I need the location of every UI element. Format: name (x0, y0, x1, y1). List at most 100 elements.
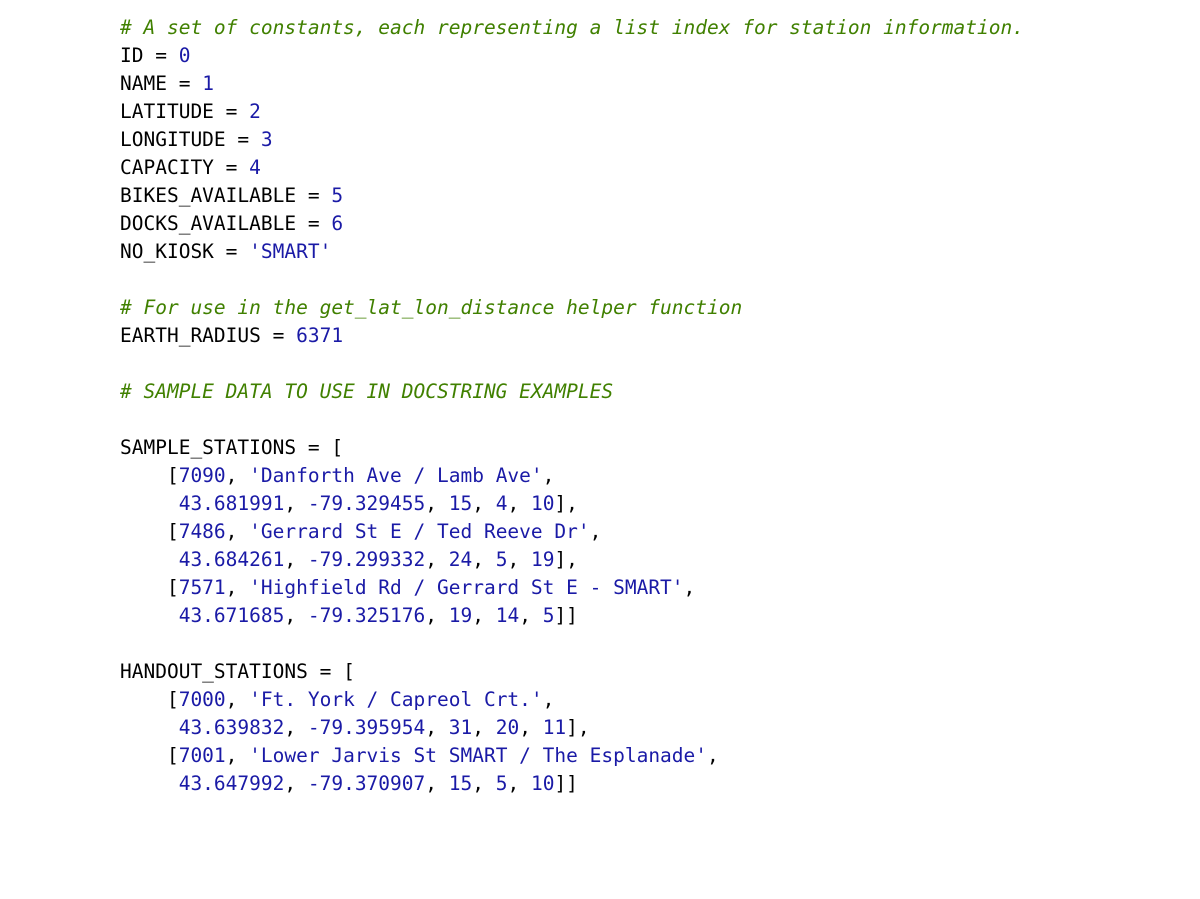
code-token: 'Ft. York / Capreol Crt.' (249, 688, 543, 711)
code-token: 'Danforth Ave / Lamb Ave' (249, 464, 543, 487)
code-token: , (519, 604, 542, 627)
code-token: LATITUDE (120, 100, 226, 123)
code-token: BIKES_AVAILABLE (120, 184, 308, 207)
code-token: = (308, 184, 331, 207)
code-line: [7571, 'Highfield Rd / Gerrard St E - SM… (120, 576, 695, 599)
code-token: # SAMPLE DATA TO USE IN DOCSTRING EXAMPL… (120, 380, 613, 403)
code-line: 43.684261, -79.299332, 24, 5, 19], (120, 548, 578, 571)
code-line: LATITUDE = 2 (120, 100, 261, 123)
code-token: , (226, 688, 249, 711)
code-line: 43.681991, -79.329455, 15, 4, 10], (120, 492, 578, 515)
code-token: 6 (331, 212, 343, 235)
code-token: , (284, 492, 307, 515)
code-token: , (519, 716, 542, 739)
code-token: = (237, 128, 260, 151)
code-token: 4 (496, 492, 508, 515)
code-token: 15 (449, 492, 472, 515)
code-token: ]] (554, 772, 577, 795)
code-token: NO_KIOSK (120, 240, 226, 263)
code-token: SAMPLE_STATIONS (120, 436, 308, 459)
code-token: 43.684261 (179, 548, 285, 571)
code-token: 'Lower Jarvis St SMART / The Esplanade' (249, 744, 707, 767)
code-token: 'Gerrard St E / Ted Reeve Dr' (249, 520, 589, 543)
code-line: [7001, 'Lower Jarvis St SMART / The Espl… (120, 744, 719, 767)
code-token: 5 (331, 184, 343, 207)
code-token: 1 (202, 72, 214, 95)
code-token: , (472, 772, 495, 795)
code-token: 43.647992 (179, 772, 285, 795)
code-token: = (308, 212, 331, 235)
code-token: 20 (496, 716, 519, 739)
code-token: 7001 (179, 744, 226, 767)
code-token: = (179, 72, 202, 95)
code-line: [7000, 'Ft. York / Capreol Crt.', (120, 688, 554, 711)
code-token: = (226, 240, 249, 263)
code-token: [ (120, 576, 179, 599)
code-token: , (425, 548, 448, 571)
code-line: HANDOUT_STATIONS = [ (120, 660, 355, 683)
code-token: , (472, 548, 495, 571)
code-line: 43.639832, -79.395954, 31, 20, 11], (120, 716, 590, 739)
code-token: [ (120, 464, 179, 487)
code-token: HANDOUT_STATIONS (120, 660, 320, 683)
code-token: ID (120, 44, 155, 67)
code-token: -79.325176 (308, 604, 425, 627)
code-token: ]] (554, 604, 577, 627)
code-token: , (284, 548, 307, 571)
code-token: 43.639832 (179, 716, 285, 739)
code-token: 7486 (179, 520, 226, 543)
code-token: 5 (496, 772, 508, 795)
code-token: 43.671685 (179, 604, 285, 627)
code-line: 43.647992, -79.370907, 15, 5, 10]] (120, 772, 578, 795)
code-token: 10 (531, 772, 554, 795)
code-token: , (472, 716, 495, 739)
code-token: DOCKS_AVAILABLE (120, 212, 308, 235)
code-token: 'Highfield Rd / Gerrard St E - SMART' (249, 576, 683, 599)
code-token: 3 (261, 128, 273, 151)
code-token: ], (554, 492, 577, 515)
code-token: [ (120, 520, 179, 543)
code-line: DOCKS_AVAILABLE = 6 (120, 212, 343, 235)
code-token: = [ (308, 436, 343, 459)
code-token: , (543, 688, 555, 711)
code-token: 5 (496, 548, 508, 571)
code-token: 7090 (179, 464, 226, 487)
code-token: 7571 (179, 576, 226, 599)
code-token: CAPACITY (120, 156, 226, 179)
code-token (120, 772, 179, 795)
code-token: , (425, 716, 448, 739)
code-token: , (425, 604, 448, 627)
code-line: [7486, 'Gerrard St E / Ted Reeve Dr', (120, 520, 601, 543)
code-line: # A set of constants, each representing … (120, 16, 1024, 39)
code-token: , (226, 744, 249, 767)
code-line: 43.671685, -79.325176, 19, 14, 5]] (120, 604, 578, 627)
code-token: [ (120, 744, 179, 767)
code-token: = (226, 156, 249, 179)
code-token: , (590, 520, 602, 543)
code-line: SAMPLE_STATIONS = [ (120, 436, 343, 459)
code-token: 15 (449, 772, 472, 795)
code-token: = (226, 100, 249, 123)
code-token: , (543, 464, 555, 487)
code-token (120, 492, 179, 515)
code-token: NAME (120, 72, 179, 95)
code-token: 14 (496, 604, 519, 627)
code-line: ID = 0 (120, 44, 190, 67)
code-token: -79.299332 (308, 548, 425, 571)
code-line: [7090, 'Danforth Ave / Lamb Ave', (120, 464, 554, 487)
code-token: ], (554, 548, 577, 571)
code-token: , (226, 464, 249, 487)
code-token: [ (120, 688, 179, 711)
code-token: -79.370907 (308, 772, 425, 795)
code-token (120, 548, 179, 571)
code-token: , (284, 772, 307, 795)
code-token: , (507, 772, 530, 795)
code-line: CAPACITY = 4 (120, 156, 261, 179)
code-token: , (472, 604, 495, 627)
code-token: 0 (179, 44, 191, 67)
code-token: = (155, 44, 178, 67)
code-token: , (684, 576, 696, 599)
code-token: , (226, 576, 249, 599)
code-token: -79.395954 (308, 716, 425, 739)
code-token: -79.329455 (308, 492, 425, 515)
